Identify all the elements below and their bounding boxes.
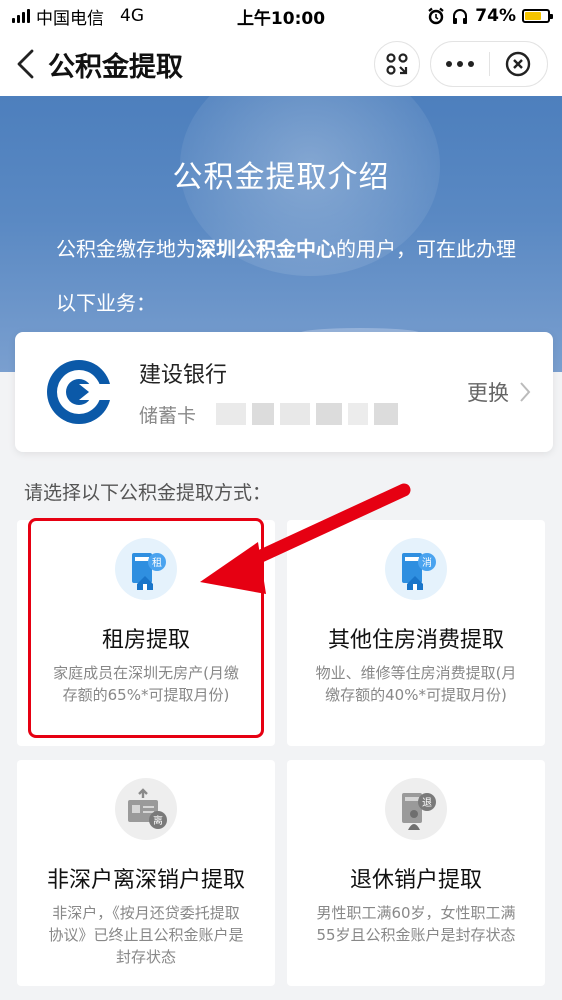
- clock: 上午10:00: [236, 8, 326, 29]
- option-title: 非深户离深销户提取: [46, 868, 245, 893]
- leave-card-icon: 离: [115, 778, 177, 840]
- headphones-icon: [453, 9, 468, 24]
- option-badge: 退: [422, 797, 432, 809]
- network-label: 4G: [120, 6, 144, 26]
- option-title: 其他住房消费提取: [327, 628, 504, 653]
- option-desc: 物业、维修等住房消费提取(月缴存额的40%*可提取月份): [315, 664, 517, 704]
- banner-description: 公积金缴存地为深圳公积金中心的用户，可在此办理以下业务：: [56, 237, 516, 315]
- card-type: 储蓄卡: [139, 404, 197, 427]
- masked-card-number: [216, 403, 399, 425]
- banner-title: 公积金提取介绍: [172, 160, 390, 195]
- change-card-button[interactable]: 更换: [467, 377, 531, 407]
- section-label: 请选择以下公积金提取方式：: [24, 482, 272, 504]
- option-non-local-leave-withdraw[interactable]: 离 非深户离深销户提取 非深户，《按月还贷委托提取协议》已终止且公积金账户是封存…: [17, 760, 275, 986]
- change-label: 更换: [467, 381, 509, 405]
- battery-label: 74%: [475, 6, 516, 26]
- alarm-icon: [428, 7, 445, 25]
- chevron-left-icon: [17, 49, 34, 79]
- mini-program-capsule: [430, 41, 548, 87]
- close-button[interactable]: [490, 42, 548, 86]
- battery-icon: [522, 9, 553, 23]
- signal-icon: [12, 9, 30, 23]
- option-desc: 非深户，《按月还贷委托提取协议》已终止且公积金账户是封存状态: [48, 904, 244, 966]
- status-bar: 中国电信 4G 上午10:00 74%: [0, 0, 562, 32]
- chevron-right-icon: [520, 382, 531, 402]
- option-retire-withdraw[interactable]: 退 退休销户提取 男性职工满60岁，女性职工满55岁且公积金账户是封存状态: [287, 760, 545, 986]
- carrier-label: 中国电信: [36, 8, 104, 29]
- banner-highlight: 深圳公积金中心: [196, 237, 336, 261]
- highlight-box: [28, 518, 264, 738]
- scan-button[interactable]: [374, 41, 420, 87]
- option-badge: 离: [153, 814, 163, 827]
- more-button[interactable]: [431, 42, 489, 86]
- option-title: 退休销户提取: [349, 868, 482, 893]
- page-title: 公积金提取: [48, 51, 183, 83]
- more-icon: [445, 61, 474, 67]
- back-button[interactable]: [14, 44, 44, 84]
- ccb-logo-icon: [47, 360, 113, 424]
- option-other-housing-withdraw[interactable]: 消 其他住房消费提取 物业、维修等住房消费提取(月缴存额的40%*可提取月份): [287, 520, 545, 746]
- bank-card: 建设银行 储蓄卡 更换: [15, 332, 553, 452]
- intro-banner: 公积金提取介绍 公积金缴存地为深圳公积金中心的用户，可在此办理以下业务：: [0, 96, 562, 372]
- scan-icon: [386, 53, 408, 75]
- option-desc: 男性职工满60岁，女性职工满55岁且公积金账户是封存状态: [316, 904, 516, 944]
- option-badge: 消: [422, 556, 432, 569]
- close-icon: [506, 51, 531, 77]
- bank-name: 建设银行: [139, 362, 228, 388]
- nav-bar: 公积金提取: [0, 32, 562, 96]
- house-consume-icon: 消: [385, 538, 447, 600]
- retire-icon: 退: [385, 778, 447, 840]
